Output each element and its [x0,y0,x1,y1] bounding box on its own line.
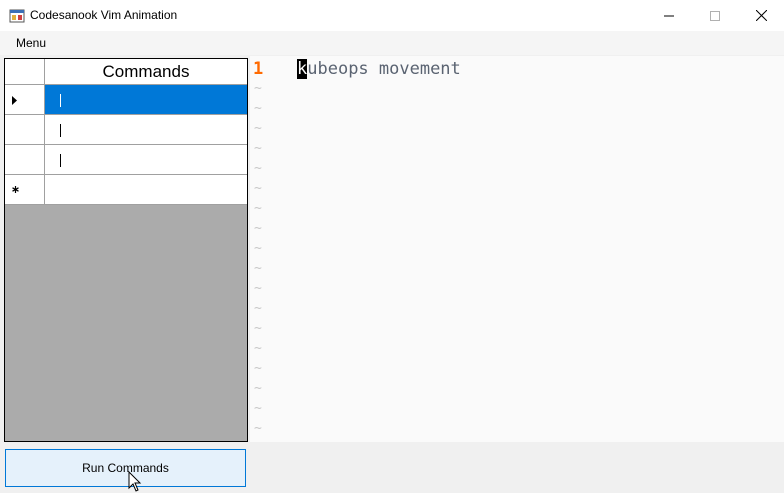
grid-header: Commands [5,59,247,85]
vim-editor[interactable]: 1 kubeops movement ~ ~ ~ ~ ~ ~ ~ ~ ~ ~ ~ ~ ~ ~ ~ ~ ~ ~ [250,56,784,442]
title-bar: Codesanook Vim Animation [0,0,784,31]
close-icon [755,10,767,21]
menu-item-menu[interactable]: Menu [9,35,53,51]
empty-line-tilde: ~ [254,81,262,96]
empty-line-tilde: ~ [254,361,262,376]
empty-line-tilde: ~ [254,261,262,276]
empty-line-tilde: ~ [254,301,262,316]
grid-row[interactable] [5,115,247,145]
line-number: 1 [253,59,264,79]
row-header[interactable] [5,115,45,145]
new-row-asterisk-icon [12,186,19,193]
command-cell[interactable] [45,145,247,175]
grid-row[interactable] [5,85,247,115]
maximize-button[interactable] [692,0,738,31]
empty-line-tilde: ~ [254,221,262,236]
empty-line-tilde: ~ [254,281,262,296]
command-cell[interactable] [45,85,247,115]
current-row-arrow-icon [12,96,17,105]
empty-line-tilde: ~ [254,101,262,116]
minimize-icon [664,15,674,16]
mouse-pointer-icon [128,471,142,492]
close-button[interactable] [738,0,784,31]
empty-line-tilde: ~ [254,421,262,436]
grid-corner-header[interactable] [5,59,45,85]
minimize-button[interactable] [646,0,692,31]
grid-row[interactable] [5,145,247,175]
empty-line-tilde: ~ [254,201,262,216]
block-cursor: k [297,59,308,79]
row-header[interactable] [5,145,45,175]
empty-line-tilde: ~ [254,241,262,256]
empty-line-tilde: ~ [254,161,262,176]
empty-line-tilde: ~ [254,341,262,356]
code-line-text: ubeops movement [307,59,461,79]
empty-line-tilde: ~ [254,121,262,136]
empty-line-tilde: ~ [254,401,262,416]
text-caret [60,154,61,167]
empty-line-tilde: ~ [254,181,262,196]
code-line: kubeops movement [297,59,461,79]
empty-line-tilde: ~ [254,321,262,336]
empty-line-tilde: ~ [254,141,262,156]
run-commands-button[interactable]: Run Commands [5,449,246,487]
menu-bar: Menu [0,31,784,55]
empty-line-tilde: ~ [254,381,262,396]
commands-grid[interactable]: Commands [4,58,248,442]
command-cell[interactable] [45,115,247,145]
row-header[interactable] [5,85,45,115]
row-header[interactable] [5,175,45,205]
window-title: Codesanook Vim Animation [30,8,178,22]
command-cell[interactable] [45,175,247,205]
text-caret [60,124,61,137]
commands-column-header[interactable]: Commands [45,59,247,85]
text-caret [60,94,61,107]
maximize-icon [710,10,720,21]
app-icon [9,9,25,23]
grid-new-row[interactable] [5,175,247,205]
